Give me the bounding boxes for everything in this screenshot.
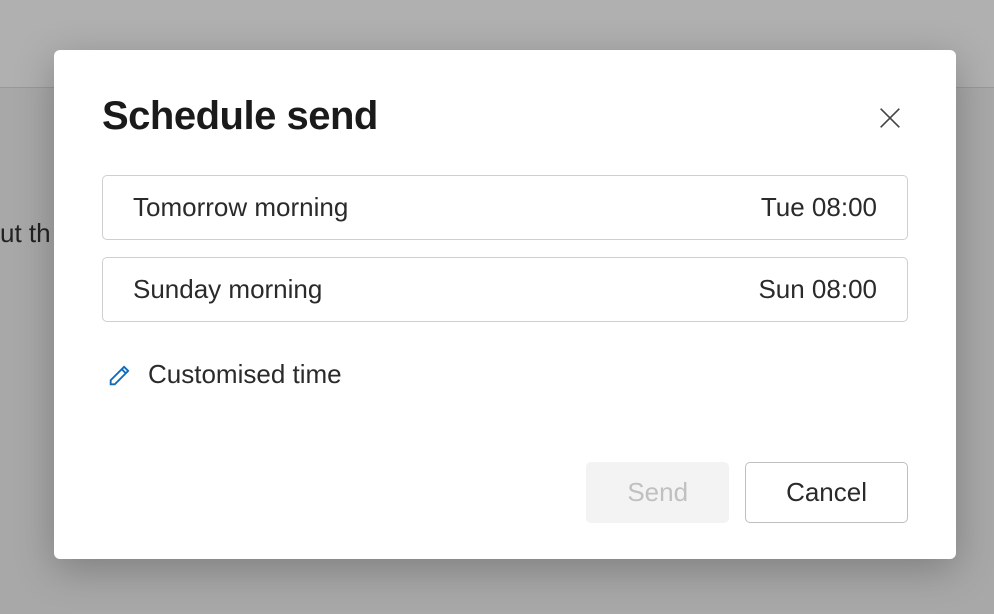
schedule-send-dialog: Schedule send Tomorrow morning Tue 08:00… <box>54 50 956 559</box>
cancel-button[interactable]: Cancel <box>745 462 908 523</box>
option-time: Sun 08:00 <box>758 274 877 305</box>
dialog-title: Schedule send <box>102 94 378 139</box>
option-label: Tomorrow morning <box>133 192 348 223</box>
close-button[interactable] <box>872 100 908 139</box>
option-tomorrow-morning[interactable]: Tomorrow morning Tue 08:00 <box>102 175 908 240</box>
dialog-header: Schedule send <box>102 94 908 139</box>
option-time: Tue 08:00 <box>761 192 877 223</box>
custom-time-label: Customised time <box>148 359 342 390</box>
send-button[interactable]: Send <box>586 462 729 523</box>
background-obscured-text: ut th <box>0 218 51 249</box>
pencil-icon <box>106 361 134 389</box>
custom-time-option[interactable]: Customised time <box>102 349 908 390</box>
close-icon <box>876 104 904 132</box>
dialog-footer: Send Cancel <box>102 462 908 523</box>
schedule-options: Tomorrow morning Tue 08:00 Sunday mornin… <box>102 175 908 390</box>
option-label: Sunday morning <box>133 274 322 305</box>
option-sunday-morning[interactable]: Sunday morning Sun 08:00 <box>102 257 908 322</box>
